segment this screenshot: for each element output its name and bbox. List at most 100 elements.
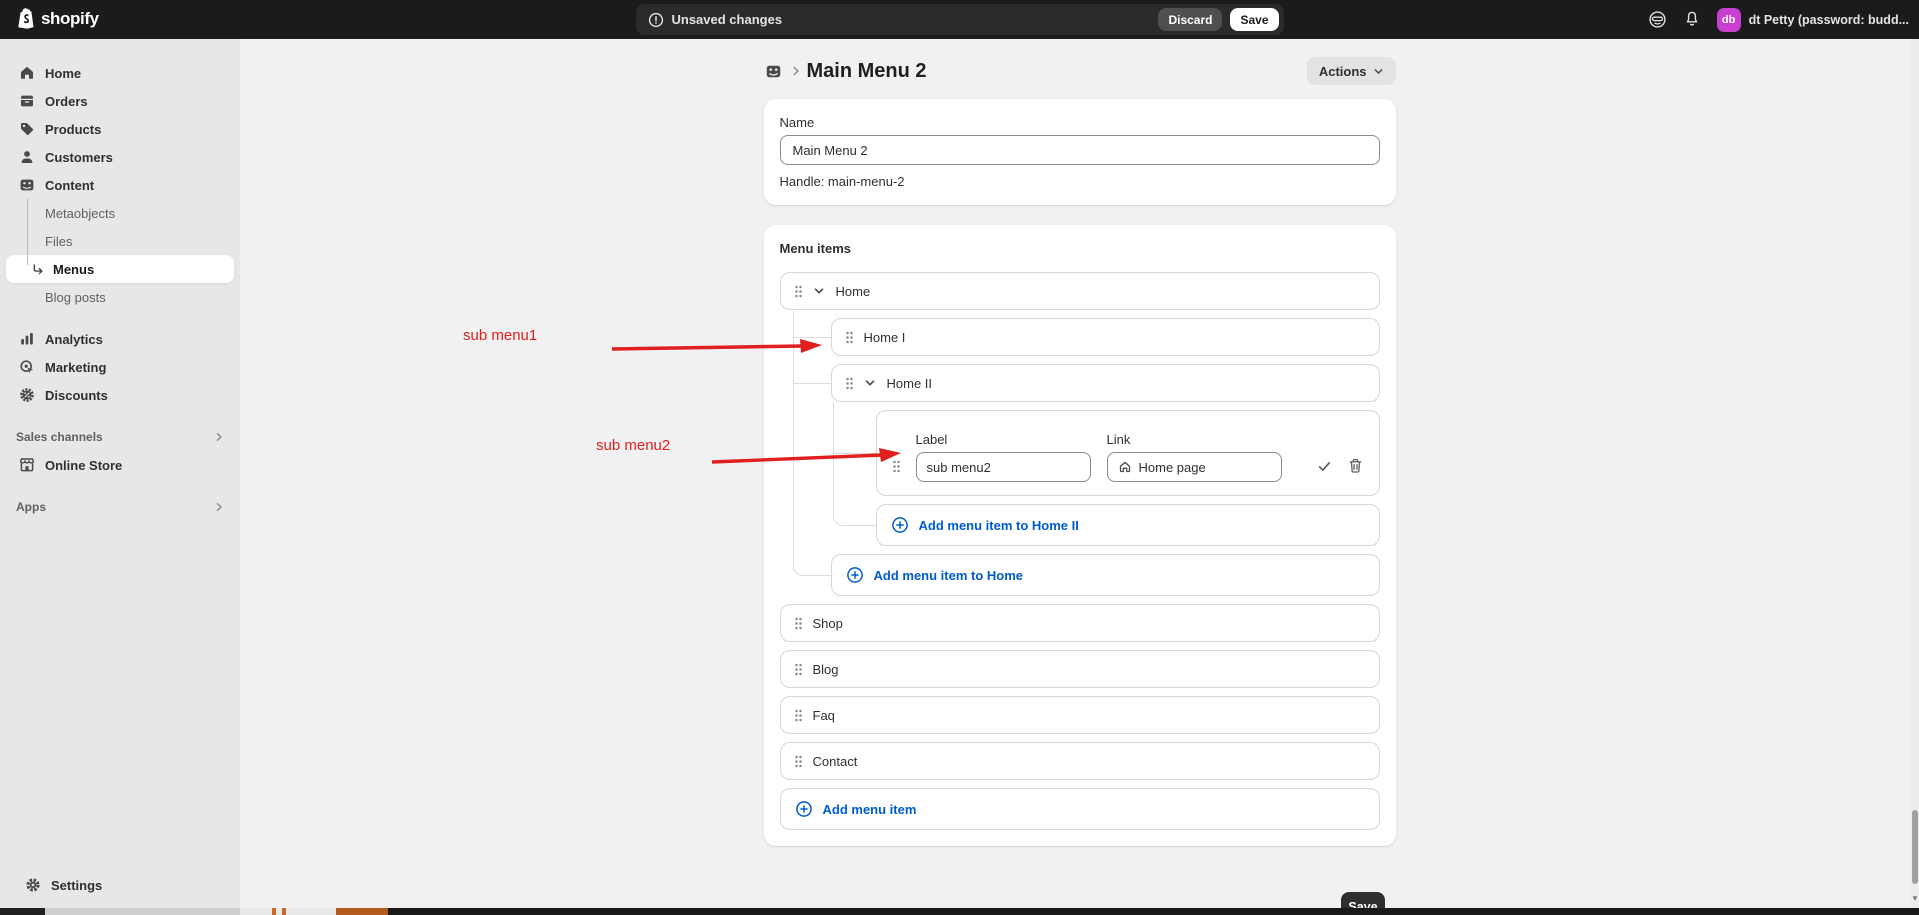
discounts-icon [18, 386, 36, 404]
avatar: db [1717, 8, 1741, 32]
drag-handle-icon[interactable] [795, 663, 802, 676]
customers-icon [18, 148, 36, 166]
confirm-item-button[interactable] [1317, 459, 1332, 474]
sidebar-item-content[interactable]: Content [6, 171, 234, 199]
menu-row-shop[interactable]: Shop [780, 604, 1380, 642]
sidebar-item-customers[interactable]: Customers [6, 143, 234, 171]
unsaved-changes-bar: Unsaved changes Discard Save [636, 4, 1284, 35]
menu-row-contact[interactable]: Contact [780, 742, 1380, 780]
page-header: Main Menu 2 Actions [764, 53, 1396, 89]
delete-item-button[interactable] [1348, 458, 1363, 474]
sidebar-item-orders[interactable]: Orders [6, 87, 234, 115]
chevron-down-icon[interactable] [813, 285, 825, 297]
sidebar-item-menus[interactable]: Menus [6, 255, 234, 283]
scrollbar[interactable]: ▾ [1911, 39, 1919, 915]
sidebar-item-metaobjects[interactable]: Metaobjects [6, 199, 234, 227]
chevron-right-icon [214, 432, 224, 442]
products-tag-icon [18, 120, 36, 138]
tree-connector-editor [833, 453, 876, 454]
sidebar-item-analytics[interactable]: Analytics [6, 325, 234, 353]
unsaved-changes-label: Unsaved changes [672, 12, 783, 27]
bottom-strip-light2 [240, 908, 336, 915]
online-store-icon [18, 456, 36, 474]
menu-row-faq[interactable]: Faq [780, 696, 1380, 734]
add-menu-item-to-home-button[interactable]: Add menu item to Home [831, 554, 1380, 596]
plus-circle-icon [795, 800, 813, 818]
page-title: Main Menu 2 [807, 60, 927, 83]
content-icon [18, 176, 36, 194]
add-menu-item-button[interactable]: Add menu item [780, 788, 1380, 830]
item-label-input[interactable] [916, 452, 1091, 482]
chevron-down-icon[interactable] [864, 377, 876, 389]
apps-header[interactable]: Apps [6, 493, 234, 521]
menu-row-home-1[interactable]: Home I [831, 318, 1380, 356]
orders-icon [18, 92, 36, 110]
bottom-strip-orange-dot2 [282, 908, 286, 915]
marketing-icon [18, 358, 36, 376]
sidebar-item-online-store[interactable]: Online Store [6, 451, 234, 479]
plus-circle-icon [846, 566, 864, 584]
bottom-strip-orange [336, 908, 388, 915]
sidebar-item-marketing[interactable]: Marketing [6, 353, 234, 381]
scrollbar-down-arrow[interactable]: ▾ [1911, 893, 1919, 904]
scrollbar-thumb[interactable] [1912, 810, 1918, 884]
alert-circle-icon [648, 12, 664, 28]
chevron-right-icon [214, 502, 224, 512]
drag-handle-icon[interactable] [846, 377, 853, 390]
label-caption: Label [916, 432, 1091, 447]
drag-handle-icon[interactable] [795, 285, 802, 298]
plus-circle-icon [891, 516, 909, 534]
tree-connector-home [793, 311, 831, 576]
inbox-icon[interactable] [1648, 10, 1667, 29]
sales-channels-header[interactable]: Sales channels [6, 423, 234, 451]
sidebar-item-products[interactable]: Products [6, 115, 234, 143]
sidebar-item-discounts[interactable]: Discounts [6, 381, 234, 409]
home-icon [18, 64, 36, 82]
drag-handle-icon[interactable] [893, 460, 900, 473]
user-menu[interactable]: db dt Petty (password: budd... [1717, 8, 1909, 32]
menu-name-input[interactable] [780, 135, 1380, 165]
notifications-bell-icon[interactable] [1683, 10, 1701, 29]
shopify-logo[interactable]: shopify [16, 7, 99, 30]
subnav-arrow-icon [32, 263, 44, 276]
name-card: Name Handle: main-menu-2 [764, 99, 1396, 205]
subnav-connector-line [27, 199, 28, 265]
menu-items-title: Menu items [780, 241, 1380, 256]
menu-row-blog[interactable]: Blog [780, 650, 1380, 688]
breadcrumb-chevron-icon [791, 65, 801, 77]
item-link-field[interactable]: Home page [1107, 452, 1282, 482]
sidebar-item-home[interactable]: Home [6, 59, 234, 87]
discard-button[interactable]: Discard [1158, 8, 1222, 31]
main-content: Main Menu 2 Actions Name Handle: main-me… [240, 39, 1919, 915]
save-button-top[interactable]: Save [1230, 8, 1278, 31]
link-caption: Link [1107, 432, 1282, 447]
drag-handle-icon[interactable] [795, 617, 802, 630]
tree-connector-home2 [793, 383, 831, 384]
chevron-down-icon [1373, 66, 1384, 77]
drag-handle-icon[interactable] [795, 755, 802, 768]
name-field-label: Name [780, 115, 1380, 130]
menu-row-home-2[interactable]: Home II [831, 364, 1380, 402]
analytics-icon [18, 330, 36, 348]
actions-button[interactable]: Actions [1307, 57, 1396, 85]
tree-connector-home2-children [833, 403, 876, 526]
content-breadcrumb-icon[interactable] [764, 62, 783, 81]
sidebar-item-blog-posts[interactable]: Blog posts [6, 283, 234, 311]
sidebar: Home Orders Products Customers Content M… [0, 39, 240, 915]
bottom-strip-orange-dot [272, 908, 276, 915]
drag-handle-icon[interactable] [795, 709, 802, 722]
bottom-strip-dark [388, 908, 1919, 915]
handle-text: Handle: main-menu-2 [780, 174, 1380, 189]
menu-item-editor: Label Link Home page [876, 410, 1380, 496]
add-menu-item-to-home2-button[interactable]: Add menu item to Home II [876, 504, 1380, 546]
tree-connector-home1 [793, 337, 831, 338]
menu-row-home[interactable]: Home [780, 272, 1380, 310]
sidebar-item-files[interactable]: Files [6, 227, 234, 255]
sidebar-item-settings[interactable]: Settings [12, 871, 228, 899]
drag-handle-icon[interactable] [846, 331, 853, 344]
shopify-bag-icon [16, 7, 36, 30]
user-name: dt Petty (password: budd... [1749, 13, 1909, 27]
topbar: shopify Unsaved changes Discard Save [0, 0, 1919, 39]
bottom-strip-light [45, 908, 240, 915]
menu-items-card: Menu items Home Home I Home II Label [764, 225, 1396, 846]
